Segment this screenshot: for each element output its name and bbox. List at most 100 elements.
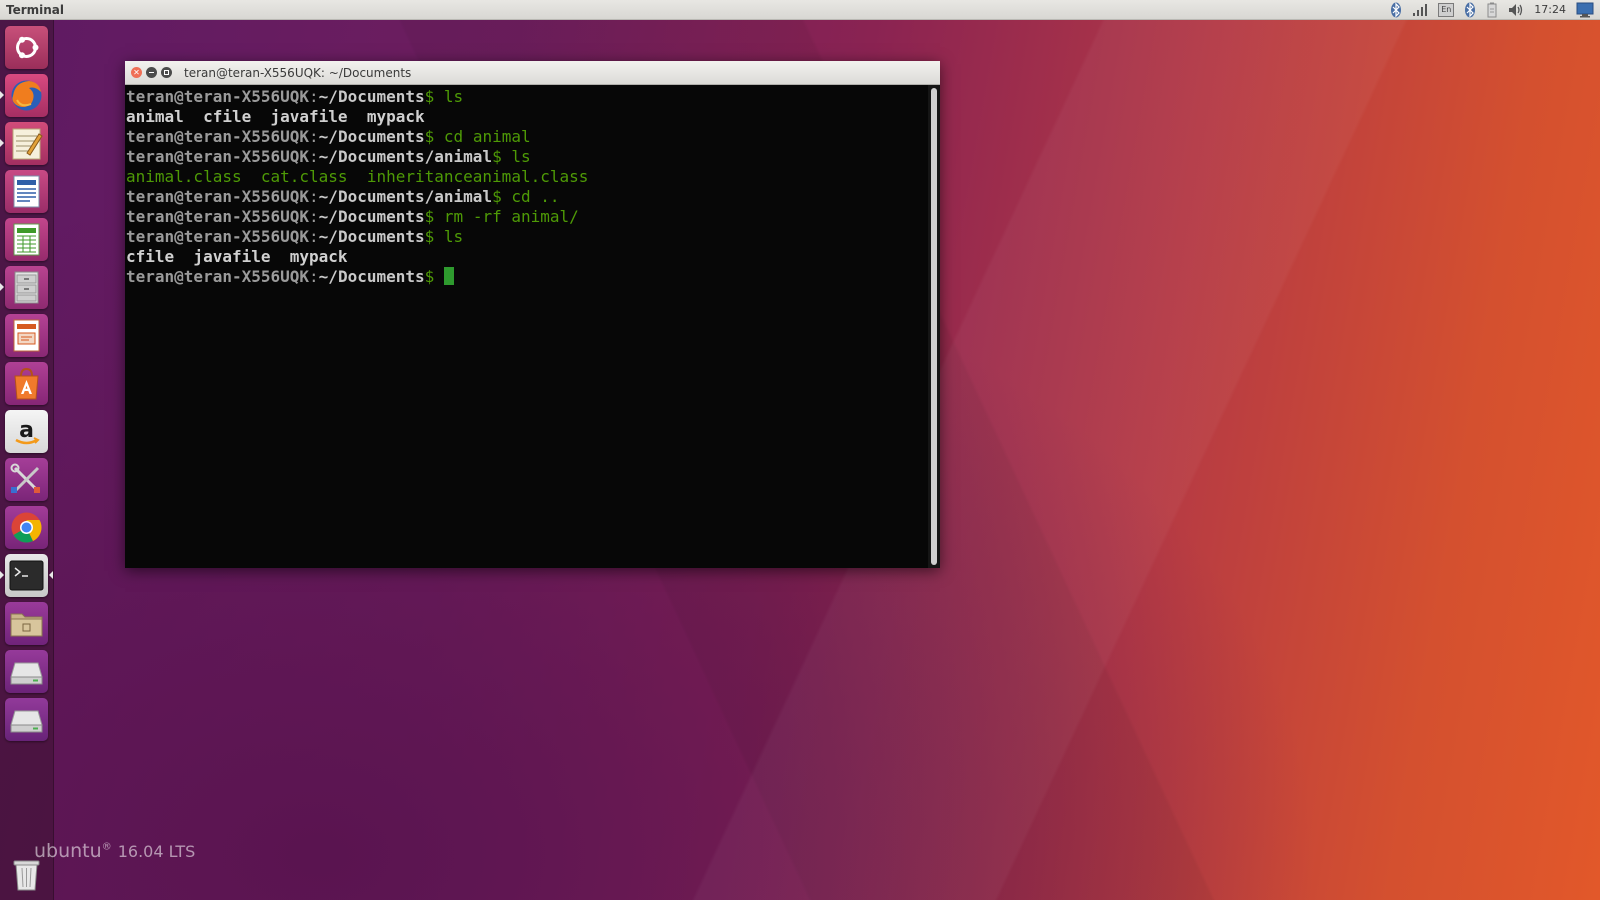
prompt-symbol: $ bbox=[424, 87, 435, 106]
prompt-separator: : bbox=[309, 87, 319, 106]
command-output: cfile javafile mypack bbox=[126, 247, 348, 266]
amazon-icon: a bbox=[15, 418, 40, 445]
keyboard-layout-label: En bbox=[1438, 2, 1455, 17]
bluetooth-icon[interactable] bbox=[1390, 2, 1402, 18]
terminal-titlebar[interactable]: ✕ teran@teran-X556UQK: ~/Documents bbox=[125, 61, 940, 85]
prompt-user-host: teran@teran-X556UQK bbox=[126, 207, 310, 226]
prompt-path: ~/Documents/animal bbox=[318, 147, 493, 166]
prompt-line: teran@teran-X556UQK:~/Documents$ cd anim… bbox=[126, 127, 928, 147]
command-text bbox=[434, 267, 444, 286]
terminal-icon bbox=[9, 560, 44, 591]
command-text: cd .. bbox=[501, 187, 560, 206]
prompt-user-host: teran@teran-X556UQK bbox=[126, 187, 310, 206]
launcher-item-drive-1[interactable] bbox=[5, 650, 48, 693]
launcher-item-drive-2[interactable] bbox=[5, 698, 48, 741]
folder-icon bbox=[10, 613, 43, 637]
prompt-user-host: teran@teran-X556UQK bbox=[126, 87, 310, 106]
close-button[interactable]: ✕ bbox=[131, 67, 142, 78]
prompt-separator: : bbox=[309, 207, 319, 226]
impress-presentation-icon bbox=[13, 319, 40, 352]
prompt-user-host: teran@teran-X556UQK bbox=[126, 127, 310, 146]
tools-icon bbox=[10, 463, 40, 493]
terminal-window[interactable]: ✕ teran@teran-X556UQK: ~/Documents teran… bbox=[125, 61, 940, 568]
drive-icon bbox=[10, 710, 43, 733]
prompt-symbol: $ bbox=[492, 187, 502, 206]
minimize-button[interactable] bbox=[146, 67, 157, 78]
prompt-line: teran@teran-X556UQK:~/Documents$ rm -rf … bbox=[126, 207, 928, 227]
prompt-separator: : bbox=[309, 147, 319, 166]
maximize-icon bbox=[164, 70, 169, 75]
ubuntu-branding: ubuntu® 16.04 LTS bbox=[34, 840, 195, 862]
launcher-item-firefox[interactable] bbox=[5, 74, 48, 117]
output-line: cfile javafile mypack bbox=[126, 247, 928, 267]
calc-spreadsheet-icon bbox=[13, 223, 40, 256]
prompt-line: teran@teran-X556UQK:~/Documents$ bbox=[126, 267, 928, 287]
prompt-path: ~/Documents bbox=[318, 87, 425, 106]
command-text: ls bbox=[434, 87, 464, 106]
terminal-output[interactable]: teran@teran-X556UQK:~/Documents$ ls anima… bbox=[125, 85, 928, 568]
prompt-path: ~/Documents bbox=[318, 267, 425, 286]
ubuntu-version: 16.04 LTS bbox=[117, 842, 196, 861]
launcher: a bbox=[0, 20, 54, 900]
prompt-user-host: teran@teran-X556UQK bbox=[126, 227, 310, 246]
shopping-bag-icon bbox=[14, 367, 39, 400]
prompt-symbol: $ bbox=[424, 207, 435, 226]
launcher-item-ubuntu-dash[interactable] bbox=[5, 26, 48, 69]
command-text: ls bbox=[501, 147, 531, 166]
maximize-button[interactable] bbox=[161, 67, 172, 78]
prompt-user-host: teran@teran-X556UQK bbox=[126, 147, 310, 166]
prompt-path: ~/Documents/animal bbox=[318, 187, 493, 206]
output-line: animal cfile javafile mypack bbox=[126, 107, 928, 127]
file-cabinet-icon bbox=[14, 271, 39, 304]
launcher-item-software-center[interactable] bbox=[5, 362, 48, 405]
launcher-item-terminal[interactable] bbox=[5, 554, 48, 597]
launcher-item-libreoffice-impress[interactable] bbox=[5, 314, 48, 357]
volume-icon[interactable] bbox=[1508, 2, 1524, 18]
battery-icon[interactable] bbox=[1486, 2, 1498, 18]
ubuntu-wordmark: ubuntu bbox=[34, 840, 102, 862]
prompt-symbol: $ bbox=[424, 127, 435, 146]
launcher-item-text-editor[interactable] bbox=[5, 122, 48, 165]
terminal-scrollbar[interactable] bbox=[928, 85, 940, 568]
launcher-item-libreoffice-writer[interactable] bbox=[5, 170, 48, 213]
system-menu-icon[interactable] bbox=[1576, 2, 1594, 18]
chrome-icon bbox=[11, 512, 42, 543]
prompt-separator: : bbox=[309, 227, 319, 246]
prompt-path: ~/Documents bbox=[318, 207, 425, 226]
prompt-line: teran@teran-X556UQK:~/Documents$ ls bbox=[126, 227, 928, 247]
prompt-line: teran@teran-X556UQK:~/Documents/animal$ … bbox=[126, 147, 928, 167]
prompt-separator: : bbox=[309, 267, 319, 286]
writer-document-icon bbox=[13, 175, 40, 208]
ubuntu-logo-icon bbox=[16, 36, 39, 59]
launcher-item-home-folder[interactable] bbox=[5, 602, 48, 645]
network-signal-icon[interactable] bbox=[1412, 2, 1428, 18]
drive-icon bbox=[10, 662, 43, 685]
command-text: rm -rf animal/ bbox=[434, 207, 579, 226]
prompt-path: ~/Documents bbox=[318, 127, 425, 146]
prompt-separator: : bbox=[309, 127, 319, 146]
prompt-user-host: teran@teran-X556UQK bbox=[126, 267, 310, 286]
launcher-item-system-settings[interactable] bbox=[5, 458, 48, 501]
launcher-item-chrome[interactable] bbox=[5, 506, 48, 549]
text-cursor bbox=[443, 267, 454, 285]
launcher-item-amazon[interactable]: a bbox=[5, 410, 48, 453]
registered-mark: ® bbox=[101, 841, 112, 853]
command-output: animal.class cat.class inheritanceanimal… bbox=[126, 167, 589, 186]
clock[interactable]: 17:24 bbox=[1534, 3, 1566, 16]
launcher-item-files[interactable] bbox=[5, 266, 48, 309]
prompt-line: teran@teran-X556UQK:~/Documents/animal$ … bbox=[126, 187, 928, 207]
prompt-symbol: $ bbox=[492, 147, 502, 166]
svg-text:a: a bbox=[19, 418, 34, 443]
command-text: cd animal bbox=[434, 127, 531, 146]
output-line: animal.class cat.class inheritanceanimal… bbox=[126, 167, 928, 187]
close-icon: ✕ bbox=[133, 68, 140, 77]
launcher-item-libreoffice-calc[interactable] bbox=[5, 218, 48, 261]
bluetooth-icon[interactable] bbox=[1464, 2, 1476, 18]
prompt-separator: : bbox=[309, 187, 319, 206]
keyboard-layout-icon[interactable]: En bbox=[1438, 2, 1455, 18]
firefox-icon bbox=[11, 80, 42, 111]
scrollbar-thumb[interactable] bbox=[931, 88, 937, 565]
terminal-window-title: teran@teran-X556UQK: ~/Documents bbox=[184, 65, 412, 80]
prompt-symbol: $ bbox=[424, 227, 435, 246]
prompt-path: ~/Documents bbox=[318, 227, 425, 246]
